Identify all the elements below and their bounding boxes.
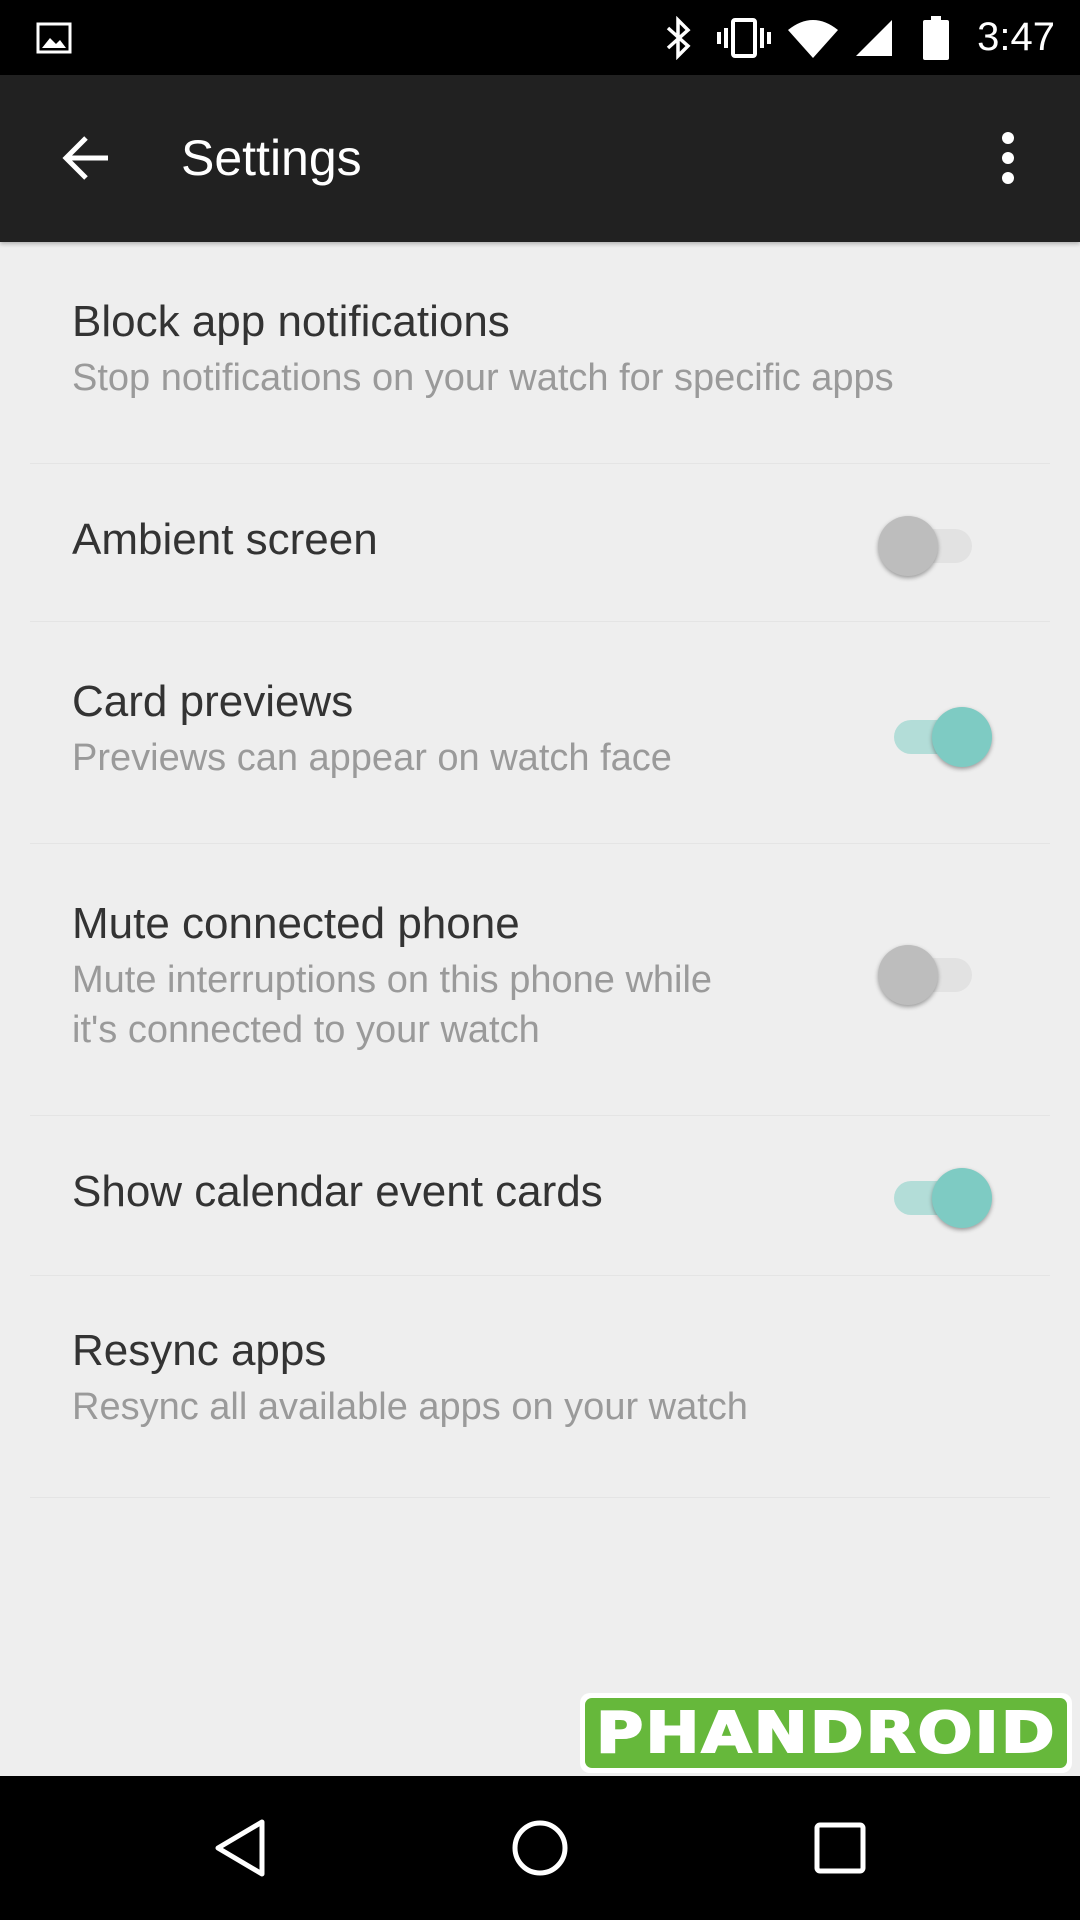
switch-thumb bbox=[932, 1168, 992, 1228]
setting-summary: Stop notifications on your watch for spe… bbox=[72, 357, 894, 399]
cell-signal-icon bbox=[850, 0, 898, 75]
switch-thumb bbox=[878, 945, 938, 1005]
status-time: 3:47 bbox=[977, 15, 1055, 59]
screen: 3:47 Settings Block app notifications St… bbox=[0, 0, 1080, 1920]
setting-block-app-notifications[interactable]: Block app notifications Stop notificatio… bbox=[0, 242, 1080, 464]
mute-connected-phone-switch[interactable] bbox=[872, 936, 982, 1006]
setting-card-previews[interactable]: Card previews Previews can appear on wat… bbox=[0, 622, 1080, 844]
setting-title: Resync apps bbox=[72, 1326, 327, 1375]
back-triangle-icon[interactable] bbox=[160, 1776, 320, 1920]
status-bar: 3:47 bbox=[0, 0, 1080, 75]
switch-thumb bbox=[878, 516, 938, 576]
card-previews-switch[interactable] bbox=[872, 698, 992, 768]
navigation-bar bbox=[0, 1776, 1080, 1920]
setting-resync-apps[interactable]: Resync apps Resync all available apps on… bbox=[0, 1276, 1080, 1498]
more-vert-icon[interactable] bbox=[966, 116, 1050, 200]
phandroid-watermark-logo: PHANDROID bbox=[580, 1693, 1072, 1773]
image-notification-icon bbox=[34, 0, 74, 75]
battery-icon bbox=[916, 0, 956, 75]
setting-title: Ambient screen bbox=[72, 515, 378, 564]
recents-square-icon[interactable] bbox=[760, 1776, 920, 1920]
bluetooth-icon bbox=[658, 0, 698, 75]
setting-title: Block app notifications bbox=[72, 297, 510, 346]
setting-summary-line-1: Mute interruptions on this phone while bbox=[72, 959, 713, 1001]
setting-title: Card previews bbox=[72, 677, 354, 726]
setting-title: Mute connected phone bbox=[72, 899, 520, 948]
setting-ambient-screen[interactable]: Ambient screen bbox=[0, 464, 1080, 622]
arrow-back-icon[interactable] bbox=[44, 116, 128, 200]
page-title: Settings bbox=[181, 130, 362, 186]
wifi-icon bbox=[786, 0, 840, 75]
setting-summary: Previews can appear on watch face bbox=[72, 737, 672, 779]
watermark-inner: PHANDROID bbox=[585, 1698, 1067, 1768]
setting-title: Show calendar event cards bbox=[72, 1167, 603, 1216]
toolbar: Settings bbox=[0, 75, 1080, 242]
setting-show-calendar-event-cards[interactable]: Show calendar event cards bbox=[0, 1116, 1080, 1276]
home-circle-icon[interactable] bbox=[460, 1776, 620, 1920]
show-calendar-event-cards-switch[interactable] bbox=[872, 1159, 992, 1229]
vibrate-icon bbox=[716, 0, 772, 75]
divider bbox=[30, 1497, 1050, 1498]
switch-thumb bbox=[932, 707, 992, 767]
setting-summary-line-2: it's connected to your watch bbox=[72, 1009, 540, 1051]
ambient-screen-switch[interactable] bbox=[872, 507, 982, 577]
settings-list: Block app notifications Stop notificatio… bbox=[0, 242, 1080, 1498]
watermark-text: PHANDROID bbox=[594, 1700, 1057, 1767]
setting-mute-connected-phone[interactable]: Mute connected phone Mute interruptions … bbox=[0, 844, 1080, 1116]
setting-summary: Resync all available apps on your watch bbox=[72, 1386, 748, 1428]
